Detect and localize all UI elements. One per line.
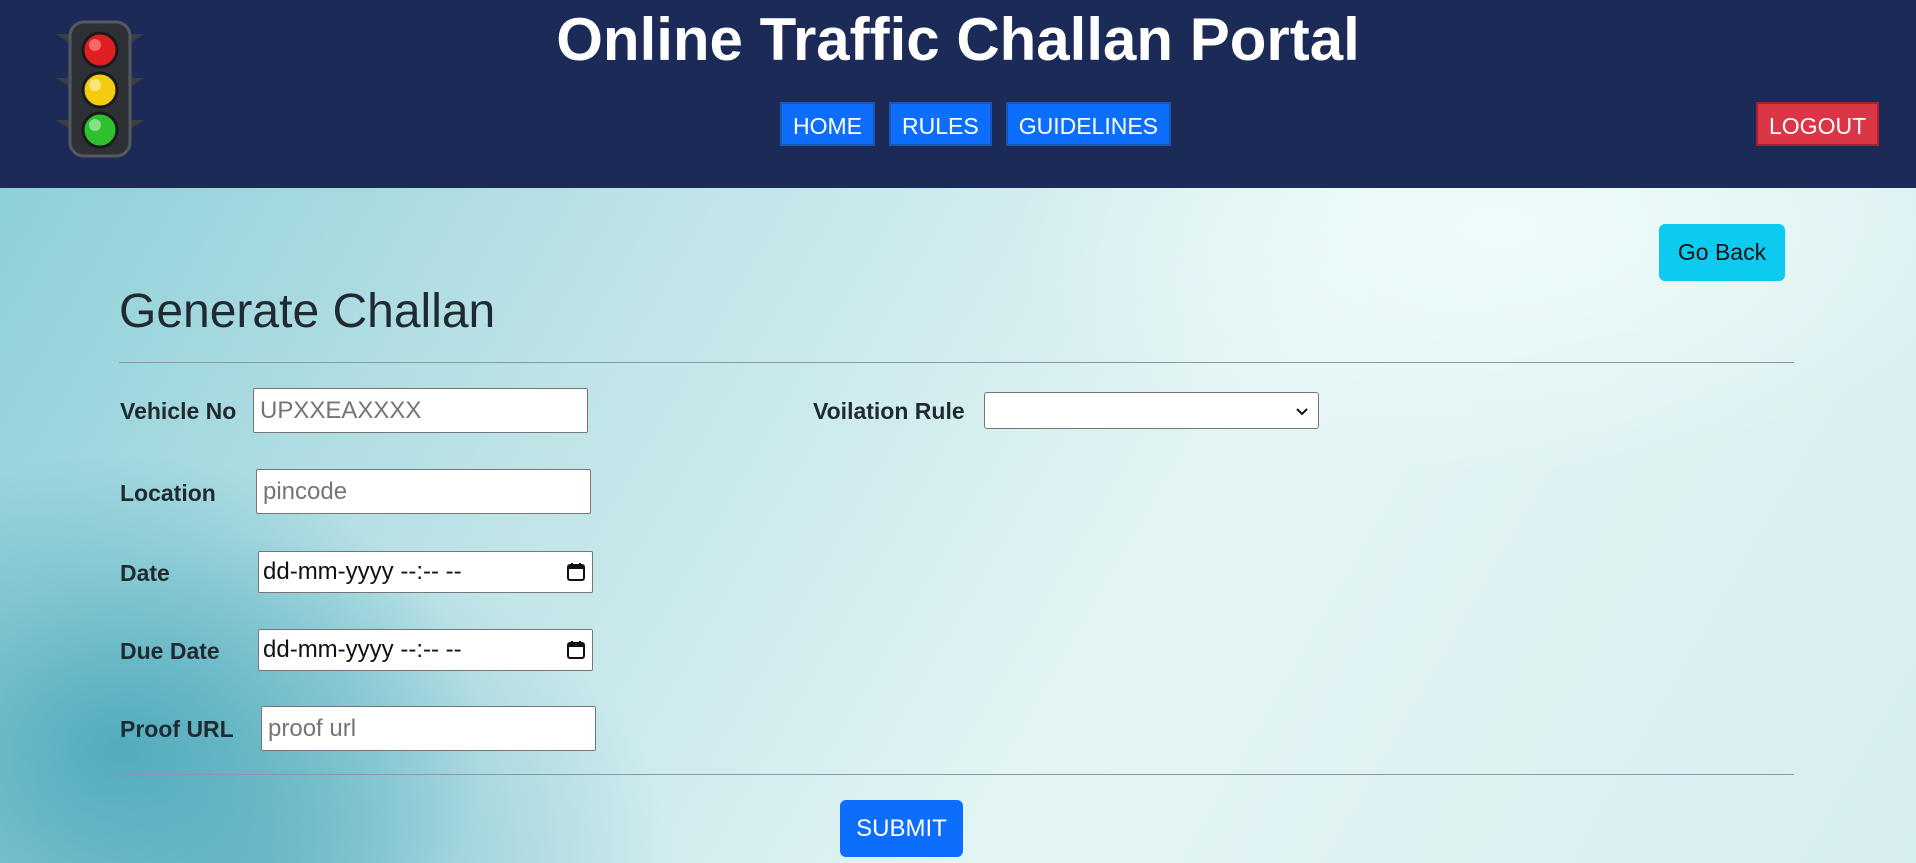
vehicle-no-label: Vehicle No <box>120 398 237 424</box>
due-date-value: dd-mm-yyyy --:-- -- <box>263 636 462 663</box>
page-title: Generate Challan <box>119 285 496 338</box>
site-title: Online Traffic Challan Portal <box>556 6 1360 73</box>
date-value: dd-mm-yyyy --:-- -- <box>263 558 462 585</box>
vehicle-no-input[interactable] <box>253 388 588 433</box>
submit-button[interactable]: SUBMIT <box>840 800 963 857</box>
site-header: Online Traffic Challan Portal HOME RULES… <box>0 0 1916 188</box>
divider <box>119 362 1794 363</box>
main-content: Go Back Generate Challan Vehicle No Voil… <box>0 188 1916 863</box>
calendar-icon[interactable] <box>566 640 586 660</box>
due-date-label: Due Date <box>120 638 220 664</box>
logout-button[interactable]: LOGOUT <box>1756 102 1880 146</box>
nav-rules-button[interactable]: RULES <box>889 102 992 146</box>
location-input[interactable] <box>256 469 591 514</box>
location-label: Location <box>120 480 216 506</box>
calendar-icon[interactable] <box>566 562 586 582</box>
violation-rule-select[interactable] <box>984 392 1319 429</box>
proof-url-input[interactable] <box>261 706 596 751</box>
nav-home-button[interactable]: HOME <box>780 102 875 146</box>
proof-url-label: Proof URL <box>120 716 234 742</box>
due-date-input[interactable]: dd-mm-yyyy --:-- -- <box>258 629 593 671</box>
chevron-down-icon <box>1296 408 1308 416</box>
go-back-button[interactable]: Go Back <box>1659 224 1785 281</box>
date-input[interactable]: dd-mm-yyyy --:-- -- <box>258 551 593 593</box>
nav-guidelines-button[interactable]: GUIDELINES <box>1005 102 1172 146</box>
violation-rule-label: Voilation Rule <box>813 398 965 424</box>
main-nav: HOME RULES GUIDELINES <box>780 102 1172 146</box>
date-label: Date <box>120 560 170 586</box>
divider <box>119 774 1794 775</box>
